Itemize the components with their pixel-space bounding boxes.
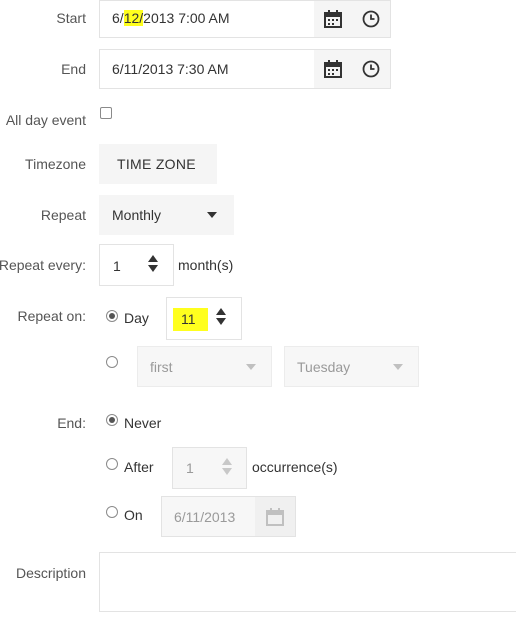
- description-label: Description: [15, 565, 86, 581]
- chevron-down-icon: [207, 212, 217, 218]
- weekday-dropdown[interactable]: Tuesday: [284, 346, 419, 387]
- week-ordinal-dropdown[interactable]: first: [137, 346, 272, 387]
- stepper-arrows-icon[interactable]: [216, 308, 226, 325]
- start-label: Start: [56, 10, 86, 26]
- end-never-radio[interactable]: [106, 414, 118, 426]
- calendar-icon: [266, 507, 284, 526]
- end-time-button[interactable]: [352, 50, 390, 88]
- start-datetime-value: 6/12/2013 7:00 AM: [112, 10, 230, 26]
- end-datetime-value: 6/11/2013 7:30 AM: [112, 61, 229, 77]
- repeat-on-label: Repeat on:: [17, 308, 87, 324]
- weekday-value: Tuesday: [297, 359, 351, 375]
- repeat-every-stepper[interactable]: 1: [99, 244, 174, 286]
- all-day-label: All day event: [5, 112, 86, 128]
- repeat-label: Repeat: [40, 207, 86, 223]
- chevron-down-icon: [393, 364, 403, 370]
- repeat-on-weekday-radio[interactable]: [106, 356, 118, 368]
- stepper-arrows-icon[interactable]: [148, 255, 158, 272]
- end-datetime-field[interactable]: 6/11/2013 7:30 AM: [99, 49, 391, 89]
- start-calendar-button[interactable]: [314, 1, 352, 37]
- end-on-date-field[interactable]: 6/11/2013: [161, 496, 296, 537]
- end-rule-label: End:: [57, 415, 86, 431]
- repeat-every-value: 1: [113, 258, 121, 274]
- end-on-label: On: [124, 507, 143, 523]
- end-after-radio[interactable]: [106, 458, 118, 470]
- repeat-dropdown-value: Monthly: [112, 207, 162, 223]
- occurrences-value: 1: [186, 460, 194, 476]
- end-on-calendar-button[interactable]: [255, 497, 295, 536]
- description-textarea[interactable]: [99, 552, 516, 612]
- repeat-on-day-label: Day: [124, 310, 149, 326]
- repeat-every-label: Repeat every:: [0, 257, 86, 273]
- repeat-on-day-radio[interactable]: [106, 310, 118, 322]
- end-on-radio[interactable]: [106, 506, 118, 518]
- timezone-button[interactable]: TIME ZONE: [99, 144, 217, 184]
- occurrences-stepper[interactable]: 1: [172, 447, 247, 489]
- repeat-on-day-stepper[interactable]: 11: [166, 297, 242, 340]
- clock-icon: [362, 60, 380, 78]
- all-day-checkbox[interactable]: [100, 107, 112, 119]
- occurrences-unit: occurrence(s): [252, 459, 338, 475]
- repeat-on-day-value: 11: [173, 308, 208, 331]
- clock-icon: [362, 10, 380, 28]
- end-on-date-value: 6/11/2013: [174, 509, 236, 525]
- calendar-icon: [324, 10, 342, 28]
- end-calendar-button[interactable]: [314, 50, 352, 88]
- repeat-dropdown[interactable]: Monthly: [99, 195, 234, 235]
- end-never-label: Never: [124, 415, 162, 431]
- start-datetime-field[interactable]: 6/12/2013 7:00 AM: [99, 0, 391, 38]
- timezone-button-label: TIME ZONE: [117, 156, 196, 172]
- end-label: End: [61, 61, 86, 77]
- repeat-every-unit: month(s): [178, 257, 234, 273]
- calendar-icon: [324, 60, 342, 78]
- week-ordinal-value: first: [150, 359, 173, 375]
- timezone-label: Timezone: [25, 156, 86, 172]
- chevron-down-icon: [246, 364, 256, 370]
- start-time-button[interactable]: [352, 1, 390, 37]
- end-after-label: After: [124, 459, 154, 475]
- stepper-arrows-icon[interactable]: [222, 458, 232, 475]
